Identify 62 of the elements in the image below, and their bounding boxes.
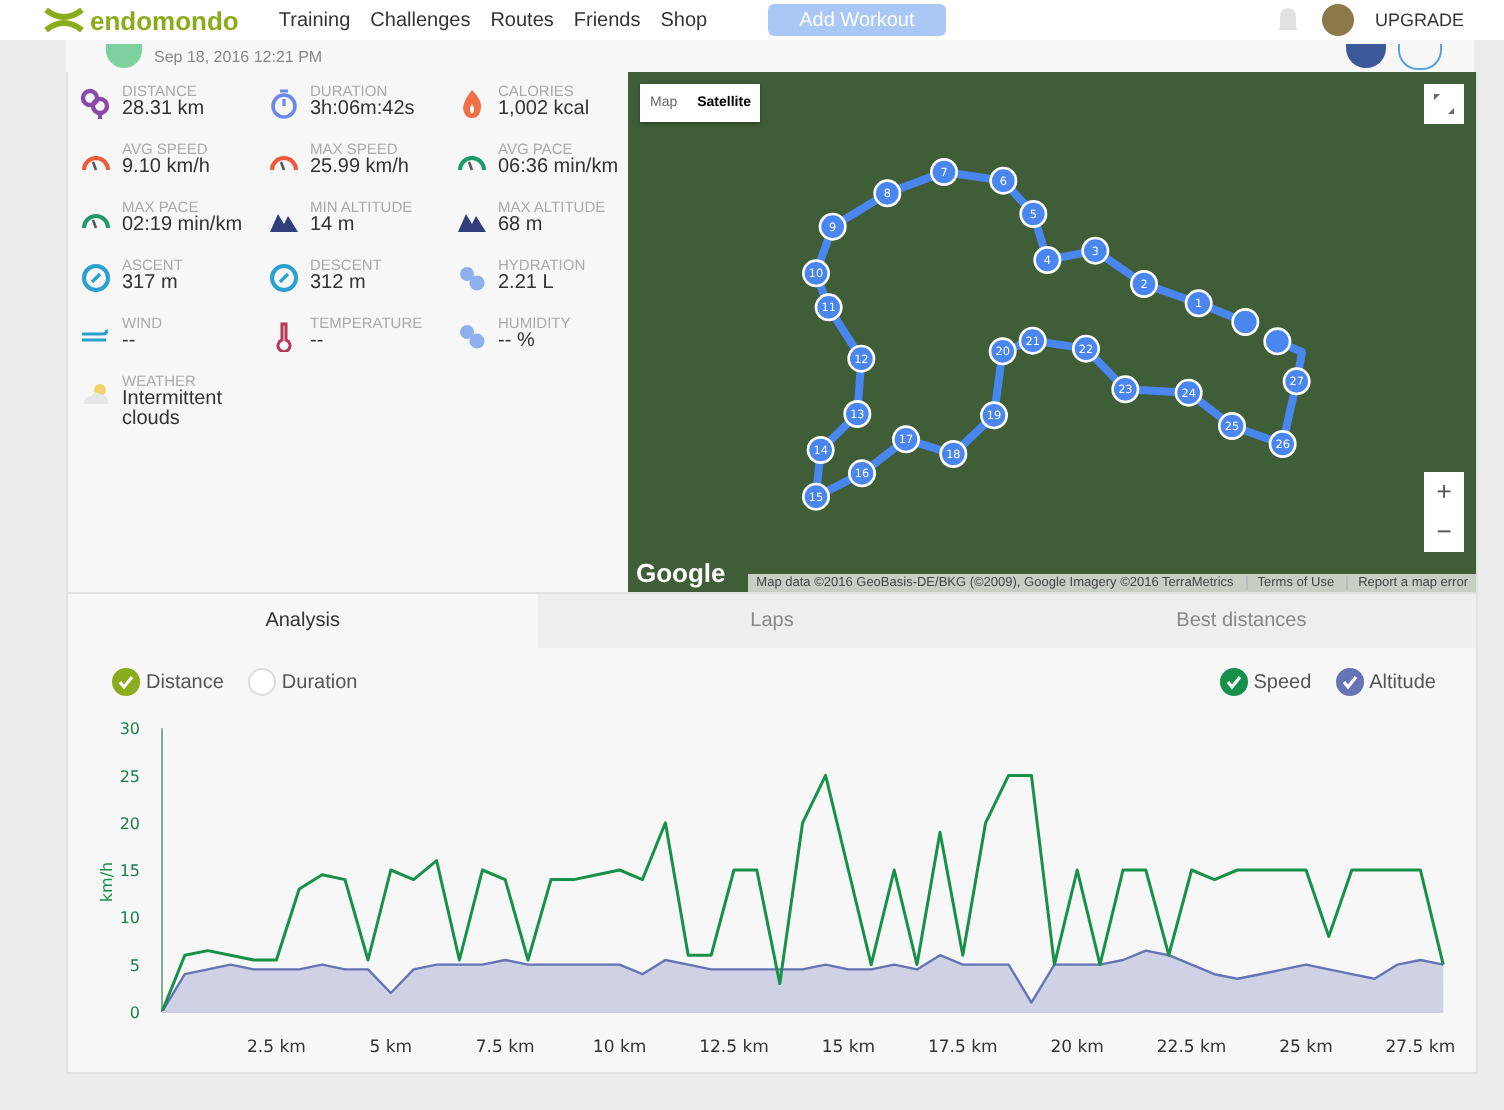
stat-value: 28.31 km	[122, 100, 205, 120]
x-tick-label: 2.5 km	[246, 1038, 306, 1058]
y-tick-label: 5	[129, 956, 140, 975]
google-logo: Google	[636, 558, 726, 588]
y-tick-label: 30	[119, 720, 140, 739]
stat-value: 25.99 km/h	[310, 158, 409, 178]
radio-option[interactable]: Distance	[112, 668, 224, 696]
y-tick-label: 20	[119, 814, 140, 833]
nav-link[interactable]: Shop	[660, 9, 708, 31]
sun-cloud-icon	[80, 378, 112, 410]
logo-icon	[44, 8, 84, 32]
logo-text: endomondo	[90, 5, 239, 35]
stat-value: 3h:06m:42s	[310, 100, 415, 120]
x-tick-label: 5 km	[369, 1038, 413, 1058]
y-tick-label: 0	[129, 1004, 140, 1022]
series-toggle[interactable]: Altitude	[1335, 668, 1436, 696]
x-tick-label: 17.5 km	[927, 1038, 998, 1058]
stat-value: Intermittent clouds	[122, 390, 225, 430]
upgrade-link[interactable]: UPGRADE	[1374, 10, 1464, 30]
nav-link[interactable]: Friends	[573, 9, 641, 31]
nav-link[interactable]: Routes	[490, 9, 554, 31]
avatar[interactable]	[1322, 4, 1355, 36]
stat-value: 312 m	[310, 274, 368, 294]
check-circle-icon[interactable]	[1219, 668, 1248, 696]
y-axis-title: km/h	[98, 861, 116, 903]
y-tick-label: 10	[119, 909, 140, 928]
x-tick-label: 20 km	[1050, 1038, 1104, 1058]
stat-value: 9.10 km/h	[122, 158, 210, 178]
compass-icon	[80, 262, 112, 294]
map-pins-icon	[80, 88, 112, 120]
check-circle-icon[interactable]	[112, 668, 140, 696]
stopwatch-icon	[268, 88, 300, 120]
water-drops-icon	[456, 320, 488, 352]
stat-value: --	[310, 332, 326, 352]
x-tick-label: 22.5 km	[1156, 1038, 1227, 1058]
avatar	[106, 44, 142, 68]
water-drops-icon	[456, 262, 488, 294]
y-tick-label: 25	[119, 767, 140, 786]
stat-value: 317 m	[122, 274, 180, 294]
x-tick-label: 25 km	[1279, 1038, 1333, 1058]
workout-date: Sep 18, 2016 12:21 PM	[154, 47, 323, 65]
stat-value: 02:19 min/km	[122, 216, 243, 236]
stat-value: --	[122, 332, 138, 352]
check-circle-icon[interactable]	[1335, 668, 1364, 696]
stat-value: 14 m	[310, 216, 357, 236]
stat-value: 06:36 min/km	[498, 158, 619, 178]
x-tick-label: 27.5 km	[1385, 1038, 1456, 1058]
nav-link[interactable]: Training	[278, 9, 351, 31]
nav-link[interactable]: Challenges	[370, 9, 471, 31]
x-tick-label: 12.5 km	[699, 1038, 769, 1058]
y-tick-label: 15	[119, 862, 140, 881]
series-toggle[interactable]: Speed	[1219, 668, 1312, 696]
stat-value: 2.21 L	[498, 274, 556, 294]
stat-value: 1,002 kcal	[498, 100, 590, 120]
stat-value: -- %	[498, 332, 537, 352]
fullscreen-icon[interactable]	[1432, 92, 1456, 116]
x-tick-label: 15 km	[821, 1038, 876, 1058]
compass-icon	[268, 262, 300, 294]
x-tick-label: 7.5 km	[475, 1038, 535, 1058]
stat-value: 68 m	[498, 216, 545, 236]
radio-option[interactable]: Duration	[247, 668, 358, 696]
x-tick-label: 10 km	[592, 1038, 647, 1058]
